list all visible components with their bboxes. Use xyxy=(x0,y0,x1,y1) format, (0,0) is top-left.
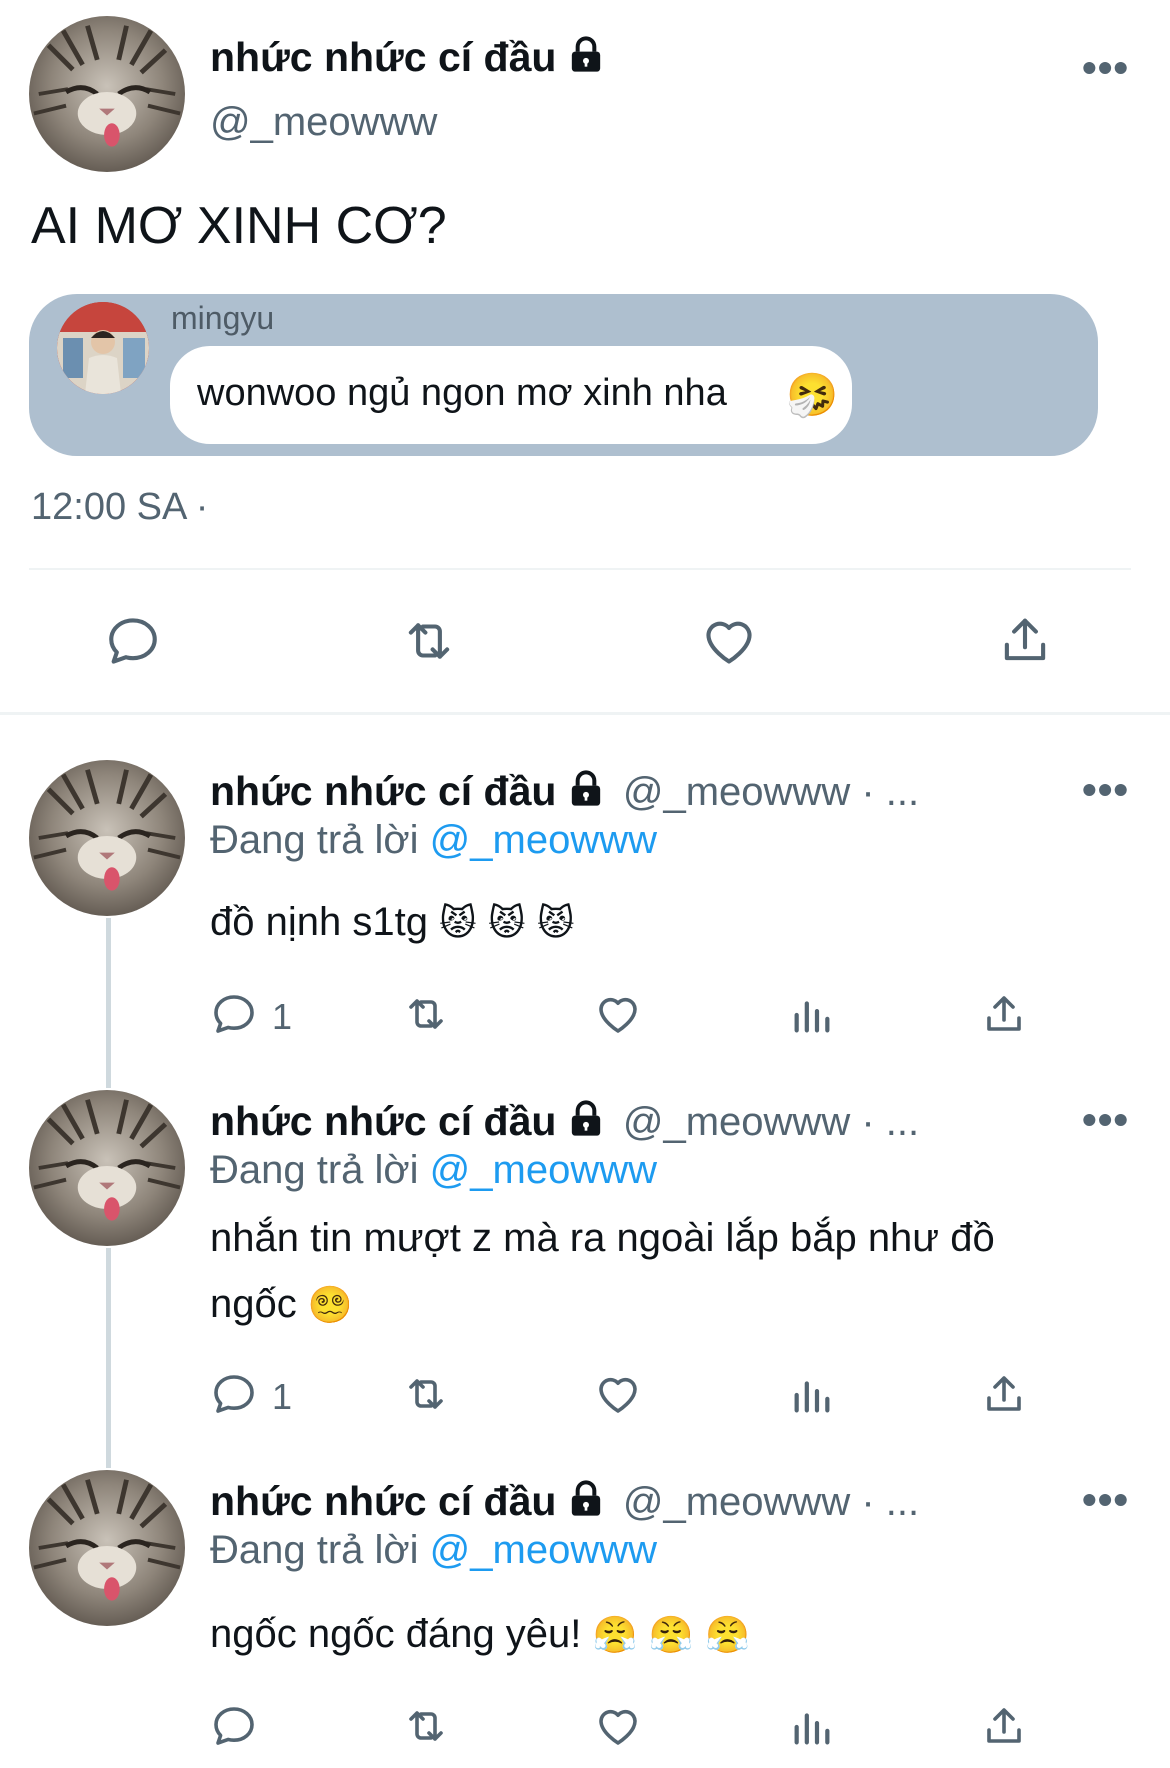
section-divider xyxy=(0,712,1170,715)
timestamp: 12:00 SA · xyxy=(31,486,209,528)
comment-icon[interactable] xyxy=(210,990,258,1038)
avatar[interactable] xyxy=(29,16,185,172)
replying-mention[interactable]: @_meowww xyxy=(430,1148,657,1192)
divider xyxy=(29,568,1131,570)
replying-mention[interactable]: @_meowww xyxy=(430,1528,657,1572)
reply-text-line-2: ngốc 😵‍💫 xyxy=(210,1282,353,1327)
like-icon[interactable] xyxy=(700,612,758,670)
sender-name: mingyu xyxy=(171,300,275,336)
cat-avatar-image xyxy=(29,1090,185,1246)
comment-icon[interactable] xyxy=(104,612,162,670)
handle[interactable]: @_meowww xyxy=(210,100,437,145)
replying-prefix: Đang trả lời xyxy=(210,818,419,862)
retweet-icon[interactable] xyxy=(398,612,460,670)
lock-icon xyxy=(566,35,606,85)
cat-avatar-image xyxy=(29,760,185,916)
reply-text: đồ nịnh s1tg 😾 😾 😾 xyxy=(210,900,575,945)
avatar[interactable] xyxy=(29,1470,185,1626)
cat-avatar-image xyxy=(29,16,185,172)
triumph-face-emojis: 😤 😤 😤 xyxy=(592,1615,750,1656)
replying-prefix: Đang trả lời xyxy=(210,1148,419,1192)
thread-line xyxy=(106,1248,111,1468)
reply-text-body: đồ nịnh s1tg xyxy=(210,900,428,944)
reply-text-line-1: nhắn tin mượt z mà ra ngoài lắp bắp như … xyxy=(210,1216,995,1260)
replying-to: Đang trả lời @_meowww xyxy=(210,1528,657,1573)
cat-avatar-image xyxy=(29,1470,185,1626)
reply-text-line-2-body: ngốc xyxy=(210,1282,297,1326)
reply-header: nhức nhức cí đầu @_meowww · ... xyxy=(210,1098,919,1145)
thread-line xyxy=(106,918,111,1088)
handle[interactable]: @_meowww · ... xyxy=(623,1480,919,1524)
retweet-icon[interactable] xyxy=(400,990,452,1038)
like-icon[interactable] xyxy=(594,990,642,1038)
dizzy-face-emoji: 😵‍💫 xyxy=(307,1285,353,1326)
lock-icon xyxy=(566,769,606,814)
share-icon[interactable] xyxy=(980,1370,1028,1418)
reply-count: 1 xyxy=(272,1376,293,1417)
reply-text: ngốc ngốc đáng yêu! 😤 😤 😤 xyxy=(210,1612,750,1657)
more-icon[interactable]: ••• xyxy=(1082,1096,1129,1144)
more-icon[interactable]: ••• xyxy=(1082,1476,1129,1524)
lock-icon xyxy=(566,1479,606,1524)
handle[interactable]: @_meowww · ... xyxy=(623,1100,919,1144)
replying-to: Đang trả lời @_meowww xyxy=(210,1148,657,1193)
display-name[interactable]: nhức nhức cí đầu xyxy=(210,768,556,814)
display-name[interactable]: nhức nhức cí đầu xyxy=(210,1478,556,1524)
reply-header: nhức nhức cí đầu @_meowww · ... xyxy=(210,1478,919,1525)
like-icon[interactable] xyxy=(594,1702,642,1750)
sneezing-emoji: 🤧 xyxy=(786,370,839,419)
like-icon[interactable] xyxy=(594,1370,642,1418)
comment-icon[interactable] xyxy=(210,1370,258,1418)
avatar[interactable] xyxy=(29,1090,185,1246)
pouting-cat-emojis: 😾 😾 😾 xyxy=(439,903,575,944)
retweet-icon[interactable] xyxy=(400,1702,452,1750)
lock-icon xyxy=(566,1099,606,1144)
replying-mention[interactable]: @_meowww xyxy=(430,818,657,862)
handle[interactable]: @_meowww · ... xyxy=(623,770,919,814)
views-icon[interactable] xyxy=(788,1372,836,1418)
message-bubble: wonwoo ngủ ngon mơ xinh nha 🤧 xyxy=(170,346,852,444)
more-icon[interactable]: ••• xyxy=(1082,766,1129,814)
avatar[interactable] xyxy=(29,760,185,916)
tweet-text: AI MƠ XINH CƠ? xyxy=(31,197,447,255)
share-icon[interactable] xyxy=(980,990,1028,1038)
display-name[interactable]: nhức nhức cí đầu xyxy=(210,1098,556,1144)
sender-avatar xyxy=(57,302,149,394)
replying-to: Đang trả lời @_meowww xyxy=(210,818,657,863)
reply-header: nhức nhức cí đầu @_meowww · ... xyxy=(210,768,919,815)
retweet-icon[interactable] xyxy=(400,1370,452,1418)
replying-prefix: Đang trả lời xyxy=(210,1528,419,1572)
reply-text-body: ngốc ngốc đáng yêu! xyxy=(210,1612,582,1656)
share-icon[interactable] xyxy=(980,1702,1028,1750)
quoted-message-card[interactable]: mingyu wonwoo ngủ ngon mơ xinh nha 🤧 xyxy=(29,294,1098,456)
views-icon[interactable] xyxy=(788,992,836,1038)
display-name[interactable]: nhức nhức cí đầu xyxy=(210,34,606,85)
message-text: wonwoo ngủ ngon mơ xinh nha xyxy=(197,372,727,414)
reply-count: 1 xyxy=(272,996,293,1037)
views-icon[interactable] xyxy=(788,1704,836,1750)
share-icon[interactable] xyxy=(996,610,1054,670)
more-icon[interactable]: ••• xyxy=(1082,44,1129,92)
person-photo xyxy=(57,302,149,394)
display-name-text: nhức nhức cí đầu xyxy=(210,34,557,80)
comment-icon[interactable] xyxy=(210,1702,258,1750)
